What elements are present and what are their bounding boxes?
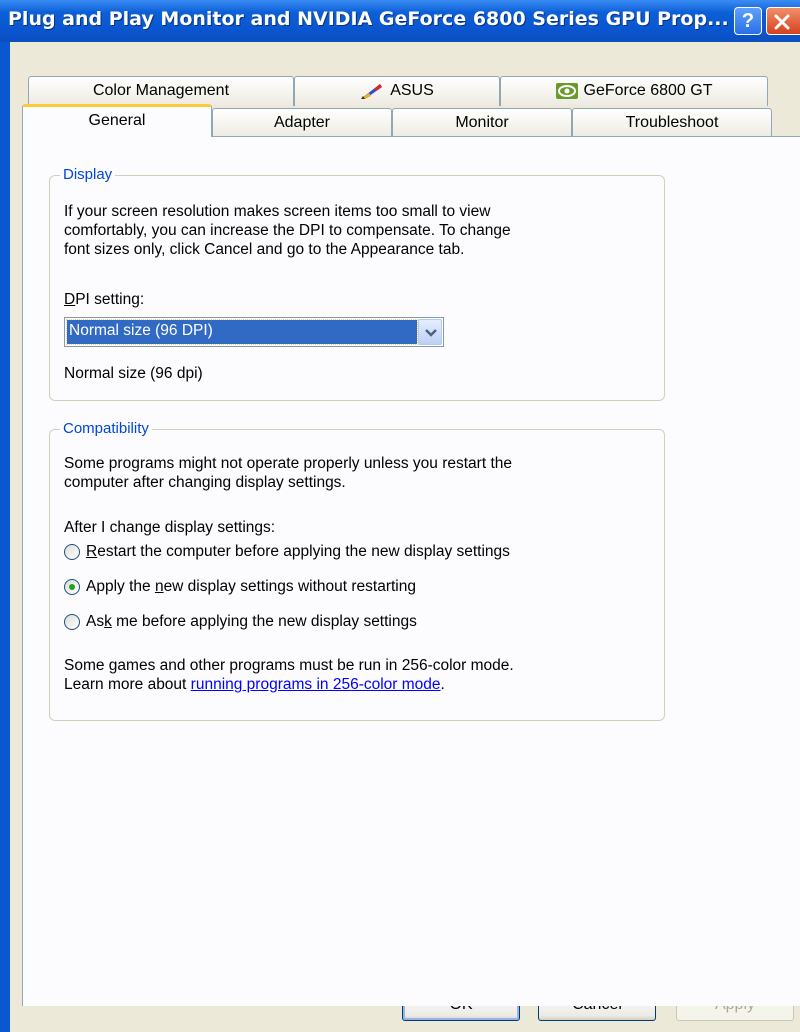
display-group: Display If your screen resolution makes … (49, 166, 665, 401)
tab-label: Adapter (273, 114, 331, 131)
color-mode-note-line1: Some games and other programs must be ru… (64, 657, 514, 674)
radio-ask-label[interactable]: Ask me before applying the new display s… (86, 612, 417, 631)
close-button[interactable] (766, 7, 800, 35)
color-mode-note-line2: Learn more about running programs in 256… (64, 675, 445, 694)
tab-label: GeForce 6800 GT (583, 82, 713, 99)
dpi-setting-dropdown[interactable]: Normal size (96 DPI) (64, 317, 444, 347)
window-border-left (0, 42, 10, 1032)
radio-restart-label[interactable]: Restart the computer before applying the… (86, 542, 510, 561)
radio-restart[interactable] (64, 544, 80, 560)
display-legend: Display (60, 166, 116, 184)
compatibility-group: Compatibility Some programs might not op… (49, 420, 665, 721)
radio-label-accesskey: R (86, 543, 98, 560)
tab-general[interactable]: General (22, 104, 212, 137)
dropdown-button[interactable] (418, 319, 442, 345)
radio-apply-without-restart[interactable] (64, 579, 80, 595)
radio-ask-me[interactable] (64, 614, 80, 630)
tab-geforce[interactable]: GeForce 6800 GT (500, 76, 768, 106)
compatibility-description-line2: computer after changing display settings… (64, 474, 346, 491)
tab-adapter[interactable]: Adapter (212, 108, 392, 138)
display-description-line3: font sizes only, click Cancel and go to … (64, 241, 465, 258)
chevron-down-icon (425, 329, 437, 337)
radio-label-accesskey: n (154, 578, 164, 595)
dpi-label-accesskey: D (64, 291, 76, 308)
tab-asus[interactable]: ASUS (294, 76, 500, 106)
radio-apply-label[interactable]: Apply the new display settings without r… (86, 577, 416, 596)
window-title: Plug and Play Monitor and NVIDIA GeForce… (8, 8, 729, 30)
help-button[interactable]: ? (734, 7, 762, 35)
radio-label-accesskey: k (104, 613, 112, 630)
radio-label-part: Apply the (86, 578, 155, 595)
nvidia-eye-icon (555, 82, 578, 99)
close-icon (774, 14, 790, 30)
dpi-selected-value: Normal size (96 DPI) (66, 319, 418, 345)
note-suffix: . (440, 676, 445, 693)
title-bar[interactable]: Plug and Play Monitor and NVIDIA GeForce… (0, 0, 800, 42)
dpi-label-text: PI setting: (75, 291, 145, 308)
note-prefix: Learn more about (64, 676, 191, 693)
tab-label: Color Management (92, 82, 230, 99)
tab-label: Troubleshoot (625, 114, 719, 131)
radio-label-part: me before applying the new display setti… (111, 613, 417, 630)
after-change-label: After I change display settings: (64, 519, 276, 536)
tab-label: Monitor (455, 114, 509, 131)
tab-label: General (88, 112, 146, 129)
tab-color-management[interactable]: Color Management (28, 76, 294, 106)
general-tab-panel: Display If your screen resolution makes … (22, 136, 800, 1006)
radio-label-part: ew display settings without restarting (163, 578, 416, 595)
display-description-line2: comfortably, you can increase the DPI to… (64, 222, 511, 239)
asus-pen-icon (361, 83, 383, 99)
compatibility-description-line1: Some programs might not operate properly… (64, 455, 513, 472)
tab-label: ASUS (390, 82, 434, 99)
help-link-256-color[interactable]: running programs in 256-color mode (191, 676, 441, 693)
display-description-line1: If your screen resolution makes screen i… (64, 203, 491, 220)
radio-label-part: As (86, 613, 105, 630)
radio-label-part: estart the computer before applying the … (97, 543, 510, 560)
tab-troubleshoot[interactable]: Troubleshoot (572, 108, 772, 138)
radio-selected-dot (69, 584, 75, 590)
dpi-setting-label: DPI setting: (64, 290, 144, 309)
tab-monitor[interactable]: Monitor (392, 108, 572, 138)
compatibility-legend: Compatibility (60, 420, 152, 438)
dpi-readout: Normal size (96 dpi) (64, 365, 203, 382)
